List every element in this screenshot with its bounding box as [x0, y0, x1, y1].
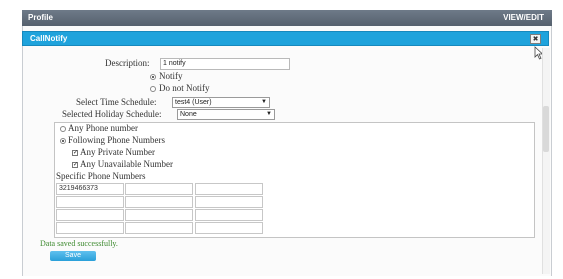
unavailable-number-label: Any Unavailable Number — [80, 159, 173, 169]
description-label: Description: — [105, 58, 150, 68]
phone-cell[interactable] — [195, 183, 263, 195]
following-numbers-radio[interactable] — [60, 138, 66, 144]
phone-cell[interactable] — [195, 196, 263, 208]
phone-cell[interactable]: 3219466373 — [56, 183, 124, 195]
private-number-label: Any Private Number — [80, 147, 155, 157]
phone-cell[interactable] — [125, 183, 193, 195]
notify-radio[interactable] — [150, 74, 156, 80]
phone-cell[interactable] — [195, 222, 263, 234]
dialog-scrollbar[interactable] — [542, 48, 550, 274]
phone-cell[interactable] — [125, 209, 193, 221]
profile-title: Profile — [28, 13, 53, 22]
time-schedule-label: Select Time Schedule: — [76, 97, 157, 107]
view-edit-link[interactable]: VIEW/EDIT — [503, 13, 544, 22]
phone-cell[interactable] — [56, 209, 124, 221]
holiday-schedule-label: Selected Holiday Schedule: — [62, 109, 162, 119]
close-icon[interactable]: ✖ — [530, 34, 541, 44]
callnotify-title-bar: CallNotify — [22, 31, 549, 46]
do-not-notify-label: Do not Notify — [159, 83, 210, 93]
time-schedule-select[interactable]: test4 (User) ▼ — [172, 97, 270, 108]
any-phone-radio[interactable] — [60, 126, 66, 132]
chevron-down-icon: ▼ — [266, 111, 272, 117]
notify-label: Notify — [159, 71, 183, 81]
following-numbers-label: Following Phone Numbers — [68, 135, 166, 145]
save-button[interactable]: Save — [50, 251, 96, 261]
holiday-schedule-value: None — [180, 111, 197, 118]
phone-cell[interactable] — [195, 209, 263, 221]
profile-title-bar: Profile VIEW/EDIT — [22, 10, 552, 26]
scrollbar-thumb[interactable] — [543, 106, 549, 152]
time-schedule-value: test4 (User) — [175, 99, 212, 106]
any-phone-label: Any Phone number — [68, 123, 138, 133]
phone-cell[interactable] — [56, 222, 124, 234]
phone-cell[interactable] — [56, 196, 124, 208]
phone-cell[interactable] — [125, 222, 193, 234]
private-number-checkbox[interactable]: ✓ — [72, 150, 78, 156]
specific-numbers-label: Specific Phone Numbers — [56, 171, 146, 181]
unavailable-number-checkbox[interactable]: ✓ — [72, 162, 78, 168]
success-message: Data saved successfully. — [40, 239, 118, 248]
dialog-title: CallNotify — [30, 34, 68, 43]
do-not-notify-radio[interactable] — [150, 86, 156, 92]
chevron-down-icon: ▼ — [261, 99, 267, 105]
phone-cell[interactable] — [125, 196, 193, 208]
description-input[interactable]: 1 notify — [160, 58, 290, 70]
holiday-schedule-select[interactable]: None ▼ — [177, 109, 275, 120]
